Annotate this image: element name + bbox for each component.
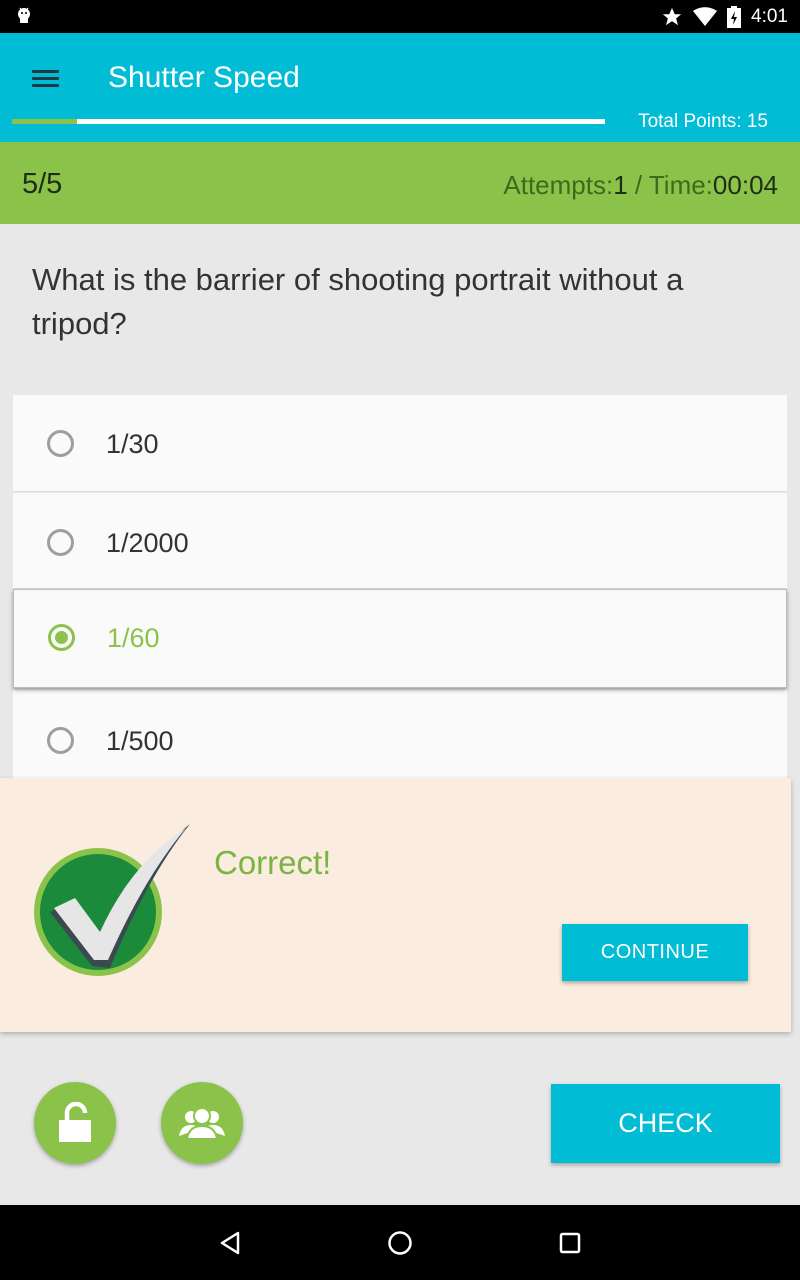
progress-bar xyxy=(12,119,605,124)
community-button[interactable] xyxy=(161,1082,243,1164)
radio-button[interactable] xyxy=(47,529,74,556)
menu-icon[interactable] xyxy=(32,68,60,88)
android-icon xyxy=(18,7,30,23)
back-icon[interactable] xyxy=(200,1205,260,1280)
status-bar: 4:01 xyxy=(0,0,800,33)
answer-label: 1/60 xyxy=(107,623,160,653)
hint-button[interactable] xyxy=(34,1082,116,1164)
battery-icon xyxy=(727,5,742,28)
question-counter: 5/5 xyxy=(22,168,63,200)
feedback-message: Correct! xyxy=(214,844,332,881)
answer-option[interactable]: 1/30 xyxy=(13,395,787,492)
attempts-label: Attempts: xyxy=(503,170,614,200)
feedback-card: Correct! CONTINUE xyxy=(0,778,791,1032)
answer-label: 1/500 xyxy=(106,726,174,756)
continue-button[interactable]: CONTINUE xyxy=(562,924,748,981)
total-points: Total Points: 15 xyxy=(638,111,768,132)
radio-button[interactable] xyxy=(47,430,74,457)
attempts-value: 1 xyxy=(613,170,628,200)
quiz-status-bar: 5/5 Attempts:1 / Time:00:04 xyxy=(0,142,800,224)
answer-option-selected[interactable]: 1/60 xyxy=(13,589,787,688)
group-icon xyxy=(179,1107,225,1140)
navigation-bar xyxy=(0,1205,800,1280)
home-icon[interactable] xyxy=(370,1205,430,1280)
question-text: What is the barrier of shooting portrait… xyxy=(32,262,684,341)
attempts-time: Attempts:1 / Time:00:04 xyxy=(503,170,778,201)
answer-option[interactable]: 1/2000 xyxy=(13,493,787,589)
page-title: Shutter Speed xyxy=(108,61,300,94)
answer-option[interactable]: 1/500 xyxy=(13,690,787,790)
unlock-icon xyxy=(59,1102,91,1142)
recents-icon[interactable] xyxy=(540,1205,600,1280)
star-icon xyxy=(662,7,682,25)
clock: 4:01 xyxy=(751,5,788,27)
radio-button[interactable] xyxy=(47,727,74,754)
answer-label: 1/2000 xyxy=(106,528,189,558)
radio-button-selected[interactable] xyxy=(48,624,75,651)
wifi-icon xyxy=(693,6,718,26)
separator: / xyxy=(627,170,649,200)
time-value: 00:04 xyxy=(712,170,778,200)
answer-label: 1/30 xyxy=(106,429,159,459)
time-label: Time: xyxy=(648,170,713,200)
checkmark-badge-icon xyxy=(34,824,190,976)
progress-fill xyxy=(12,119,78,124)
app-bar: Shutter Speed Total Points: 15 xyxy=(0,33,800,142)
check-button[interactable]: CHECK xyxy=(551,1084,780,1163)
